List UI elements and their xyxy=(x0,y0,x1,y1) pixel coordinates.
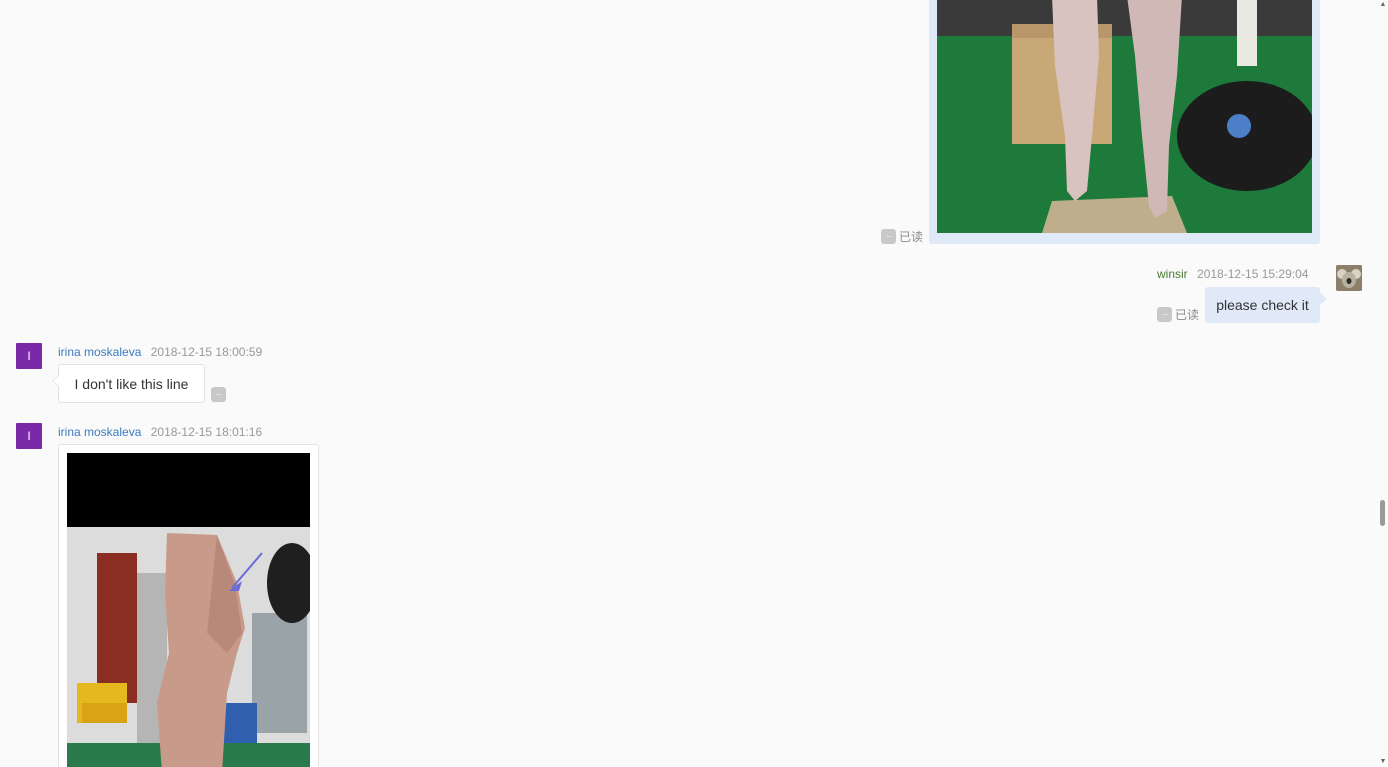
read-label: 已读 xyxy=(899,230,924,244)
more-dots-icon[interactable]: ··· xyxy=(881,229,896,244)
avatar-letter: I xyxy=(27,349,31,363)
leggings-back-photo xyxy=(67,453,310,767)
message-text: please check it xyxy=(1216,297,1309,313)
incoming-text-message[interactable]: I don't like this line xyxy=(52,364,205,403)
more-dots-icon[interactable]: ··· xyxy=(1157,307,1172,322)
scroll-up-arrow-icon[interactable]: ▲ xyxy=(1379,1,1387,9)
read-status-outgoing-image: ··· 已读 xyxy=(881,228,923,245)
message-timestamp: 2018-12-15 18:01:16 xyxy=(150,425,263,439)
incoming-message-meta: irina moskaleva 2018-12-15 18:00:59 xyxy=(58,345,262,359)
avatar[interactable] xyxy=(1336,265,1362,291)
message-timestamp: 2018-12-15 18:00:59 xyxy=(150,345,263,359)
chat-history: ··· 已读 winsir 2018-12-15 15:29:04 please… xyxy=(0,0,1378,767)
sender-name[interactable]: irina moskaleva xyxy=(58,345,141,359)
incoming-message-meta: irina moskaleva 2018-12-15 18:01:16 xyxy=(58,425,262,439)
sender-name[interactable]: winsir xyxy=(1157,267,1188,281)
read-status-outgoing-text: ··· 已读 xyxy=(1157,306,1199,323)
mannequin-legs-photo xyxy=(937,0,1312,233)
incoming-photo[interactable] xyxy=(67,453,310,767)
scroll-thumb[interactable] xyxy=(1380,500,1385,526)
sender-name[interactable]: irina moskaleva xyxy=(58,425,141,439)
avatar[interactable]: I xyxy=(16,343,42,369)
outgoing-message-meta: winsir 2018-12-15 15:29:04 xyxy=(1157,267,1308,281)
avatar[interactable]: I xyxy=(16,423,42,449)
message-text: I don't like this line xyxy=(74,375,189,392)
more-dots-icon[interactable]: ··· xyxy=(211,387,226,402)
outgoing-text-message[interactable]: please check it xyxy=(1205,287,1327,323)
incoming-image-message[interactable] xyxy=(58,444,319,767)
avatar-letter: I xyxy=(27,429,31,443)
scroll-down-arrow-icon[interactable]: ▼ xyxy=(1379,758,1387,766)
message-timestamp: 2018-12-15 15:29:04 xyxy=(1197,267,1309,281)
read-label: 已读 xyxy=(1175,308,1200,322)
vertical-scrollbar[interactable]: ▲ ▼ xyxy=(1378,0,1388,767)
outgoing-photo[interactable] xyxy=(937,0,1312,233)
koala-avatar-icon xyxy=(1336,265,1362,291)
outgoing-image-message[interactable] xyxy=(929,0,1320,244)
